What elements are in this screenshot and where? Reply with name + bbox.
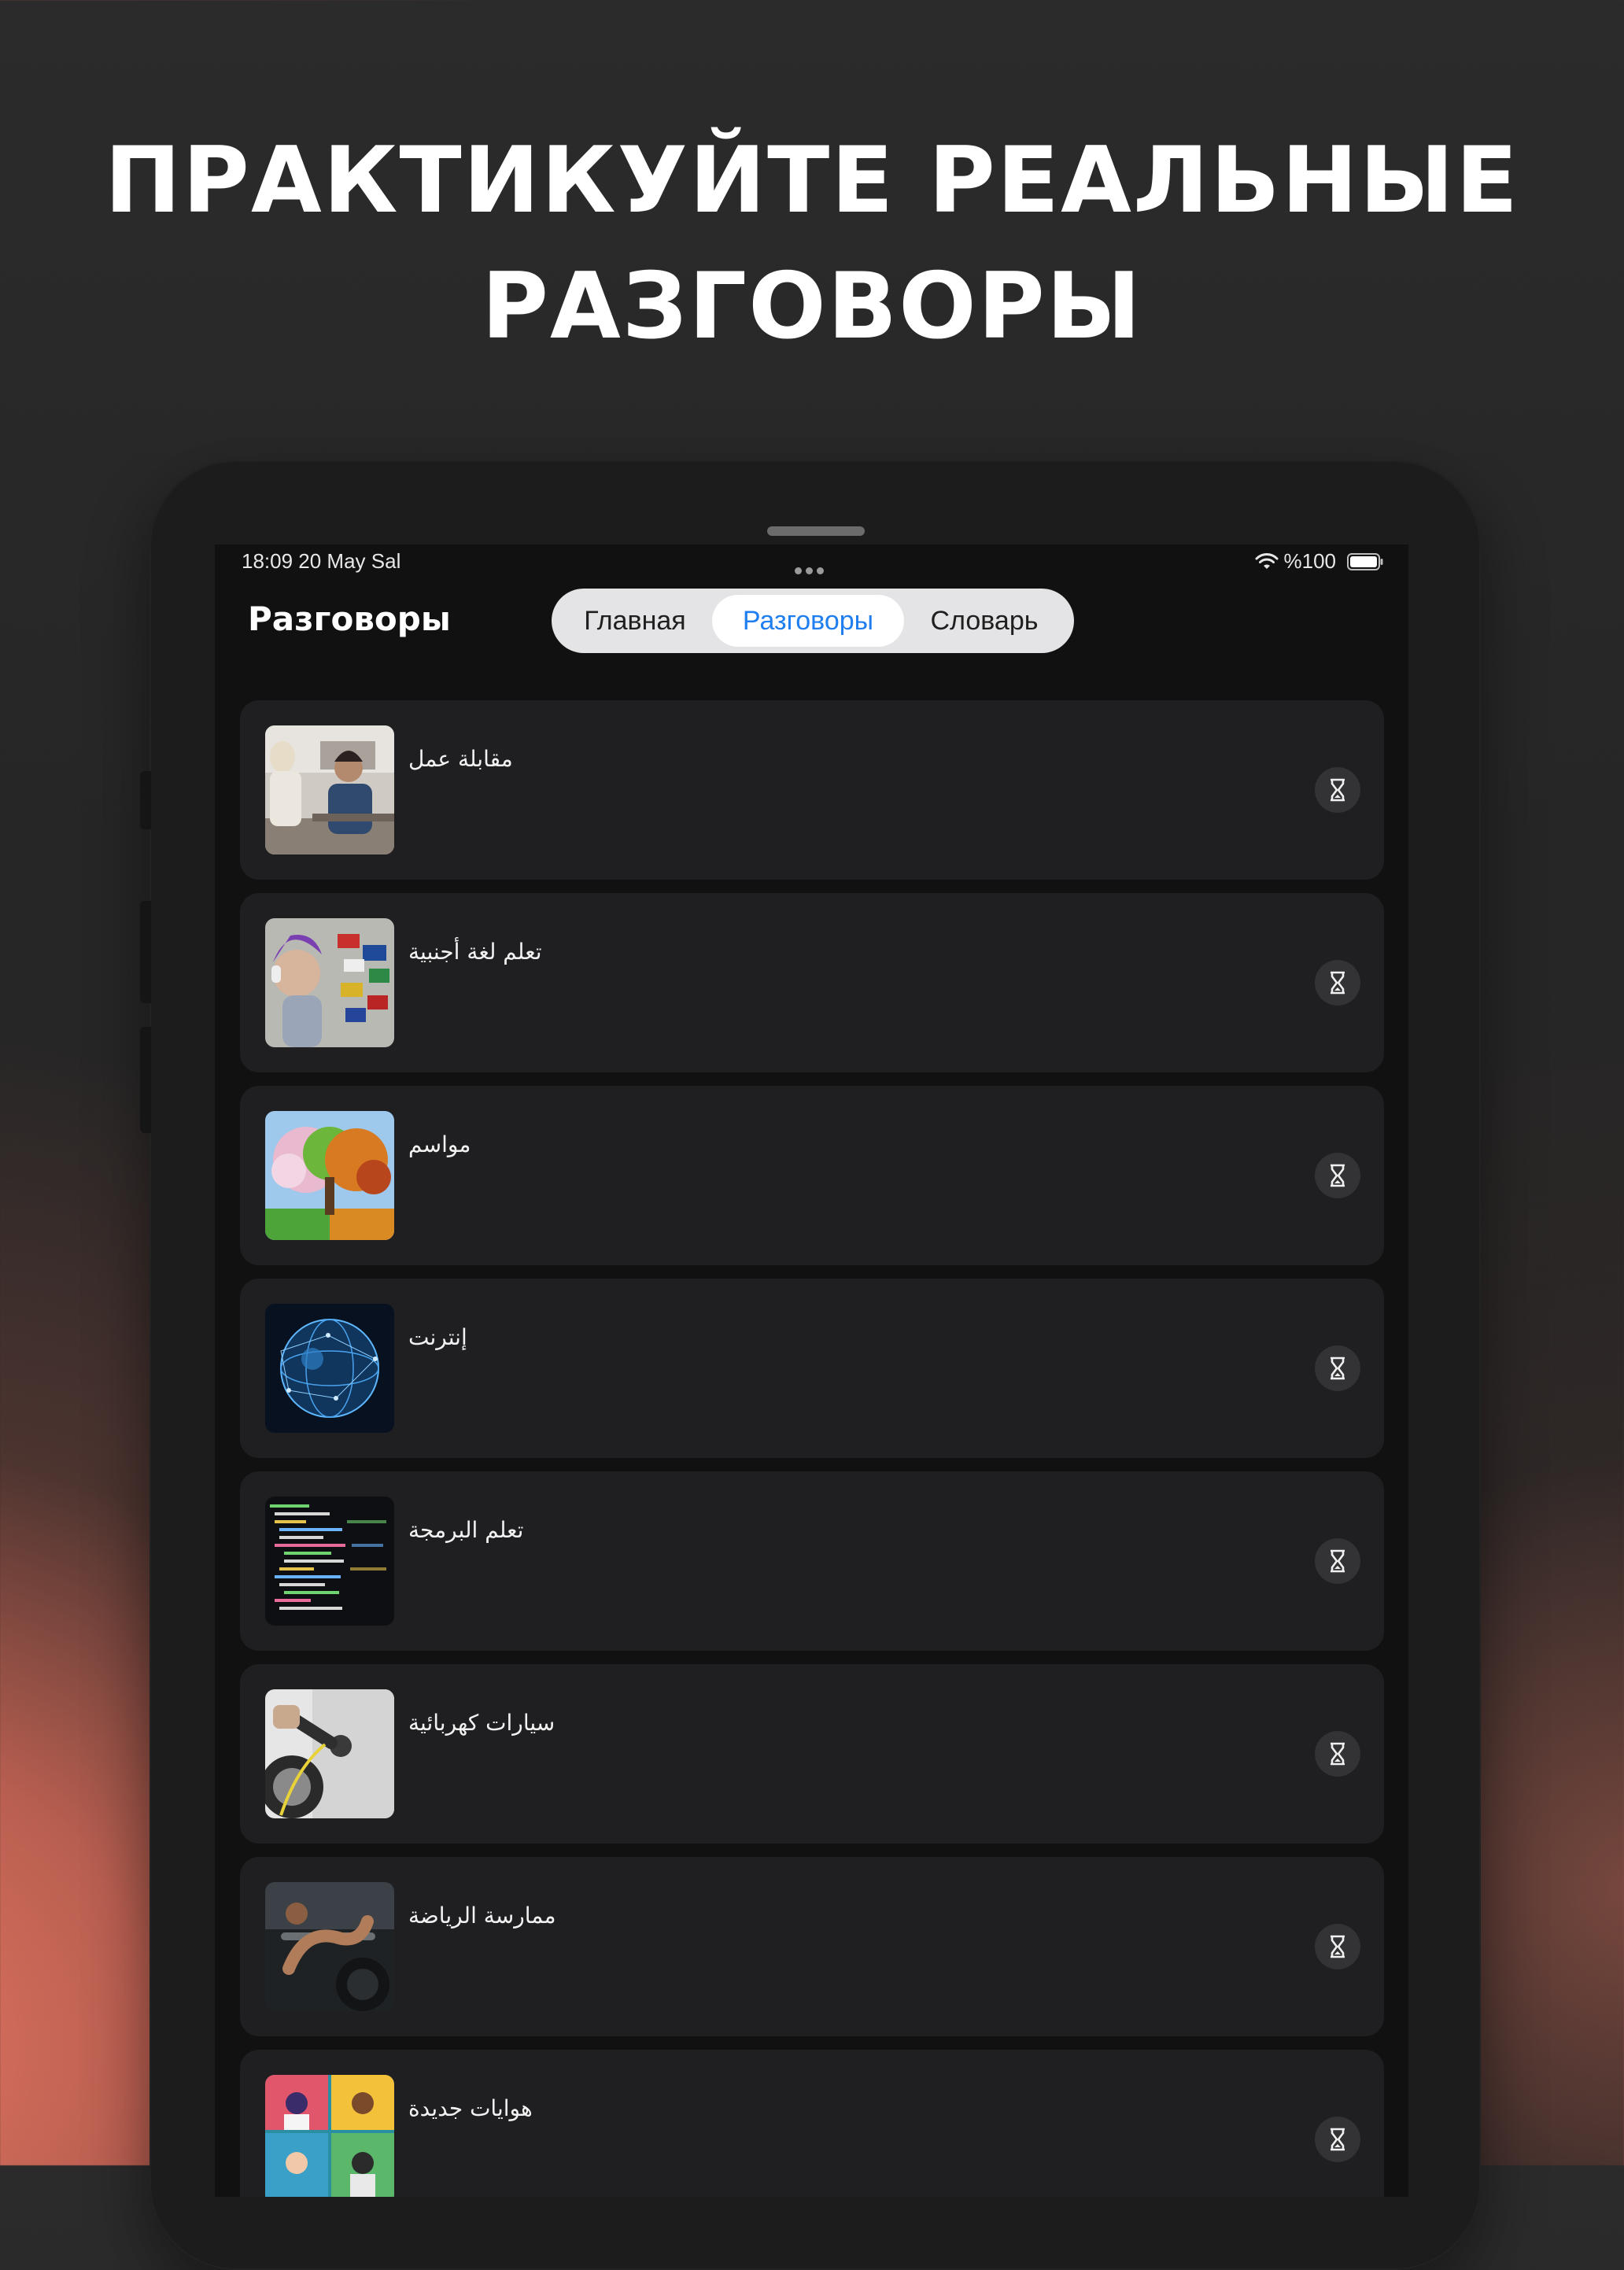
conversation-item[interactable]: إنترنت [240, 1279, 1384, 1458]
conversation-item[interactable]: هوايات جديدة [240, 2050, 1384, 2197]
internet-globe-image [265, 1304, 394, 1433]
hourglass-icon[interactable] [1315, 1924, 1360, 1969]
device-volume-down-button [140, 1027, 151, 1133]
status-bar: 18:09 20 May Sal %100 [215, 544, 1408, 576]
hourglass-icon[interactable] [1315, 1538, 1360, 1584]
tab-home[interactable]: Главная [558, 595, 712, 647]
conversation-title: مواسم [408, 1131, 471, 1157]
conversation-title: سيارات كهربائية [408, 1710, 555, 1736]
conversation-title: مقابلة عمل [408, 746, 513, 772]
window-grabber-handle[interactable] [767, 526, 865, 536]
conversation-title: تعلم لغة أجنبية [408, 939, 542, 965]
seasons-tree-image [265, 1111, 394, 1240]
device-side-button [140, 771, 151, 829]
tab-conversations[interactable]: Разговоры [712, 595, 904, 647]
battery-percentage: %100 [1283, 549, 1337, 573]
conversation-item[interactable]: تعلم البرمجة [240, 1471, 1384, 1651]
conversation-item[interactable]: تعلم لغة أجنبية [240, 893, 1384, 1072]
hourglass-icon[interactable] [1315, 767, 1360, 813]
headline-line-1: ПРАКТИКУЙТЕ РЕАЛЬНЫЕ [104, 127, 1520, 234]
new-hobbies-image [265, 2075, 394, 2197]
headline-line-2: РАЗГОВОРЫ [482, 253, 1142, 360]
status-time: 18:09 20 May Sal [242, 549, 401, 573]
more-dots-icon[interactable] [795, 556, 831, 574]
conversation-title: تعلم البرمجة [408, 1517, 524, 1543]
hourglass-icon[interactable] [1315, 960, 1360, 1006]
sports-workout-image [265, 1882, 394, 2011]
conversation-title: هوايات جديدة [408, 2095, 533, 2121]
conversation-title: ممارسة الرياضة [408, 1903, 556, 1929]
hourglass-icon[interactable] [1315, 2117, 1360, 2162]
battery-icon [1347, 552, 1383, 570]
programming-code-image [265, 1497, 394, 1626]
hourglass-icon[interactable] [1315, 1345, 1360, 1391]
wifi-icon [1255, 552, 1278, 569]
headline: ПРАКТИКУЙТЕ РЕАЛЬНЫЕ РАЗГОВОРЫ [0, 118, 1624, 370]
page-title: Разговоры [248, 600, 451, 638]
tab-bar: Главная Разговоры Словарь [552, 589, 1074, 653]
conversation-item[interactable]: مقابلة عمل [240, 700, 1384, 880]
conversation-item[interactable]: سيارات كهربائية [240, 1664, 1384, 1844]
electric-car-image [265, 1689, 394, 1818]
hourglass-icon[interactable] [1315, 1153, 1360, 1198]
tab-dictionary[interactable]: Словарь [904, 595, 1065, 647]
conversation-item[interactable]: مواسم [240, 1086, 1384, 1265]
hourglass-icon[interactable] [1315, 1731, 1360, 1777]
app-screen: 18:09 20 May Sal %100 Разговоры Главная … [215, 544, 1408, 2197]
conversation-item[interactable]: ممارسة الرياضة [240, 1857, 1384, 2036]
conversation-list: مقابلة عمل تعلم لغة أجنبية مواسم إنترنت … [240, 700, 1384, 2197]
job-interview-image [265, 725, 394, 854]
conversation-title: إنترنت [408, 1324, 467, 1350]
foreign-language-image [265, 918, 394, 1047]
device-volume-up-button [140, 901, 151, 1003]
